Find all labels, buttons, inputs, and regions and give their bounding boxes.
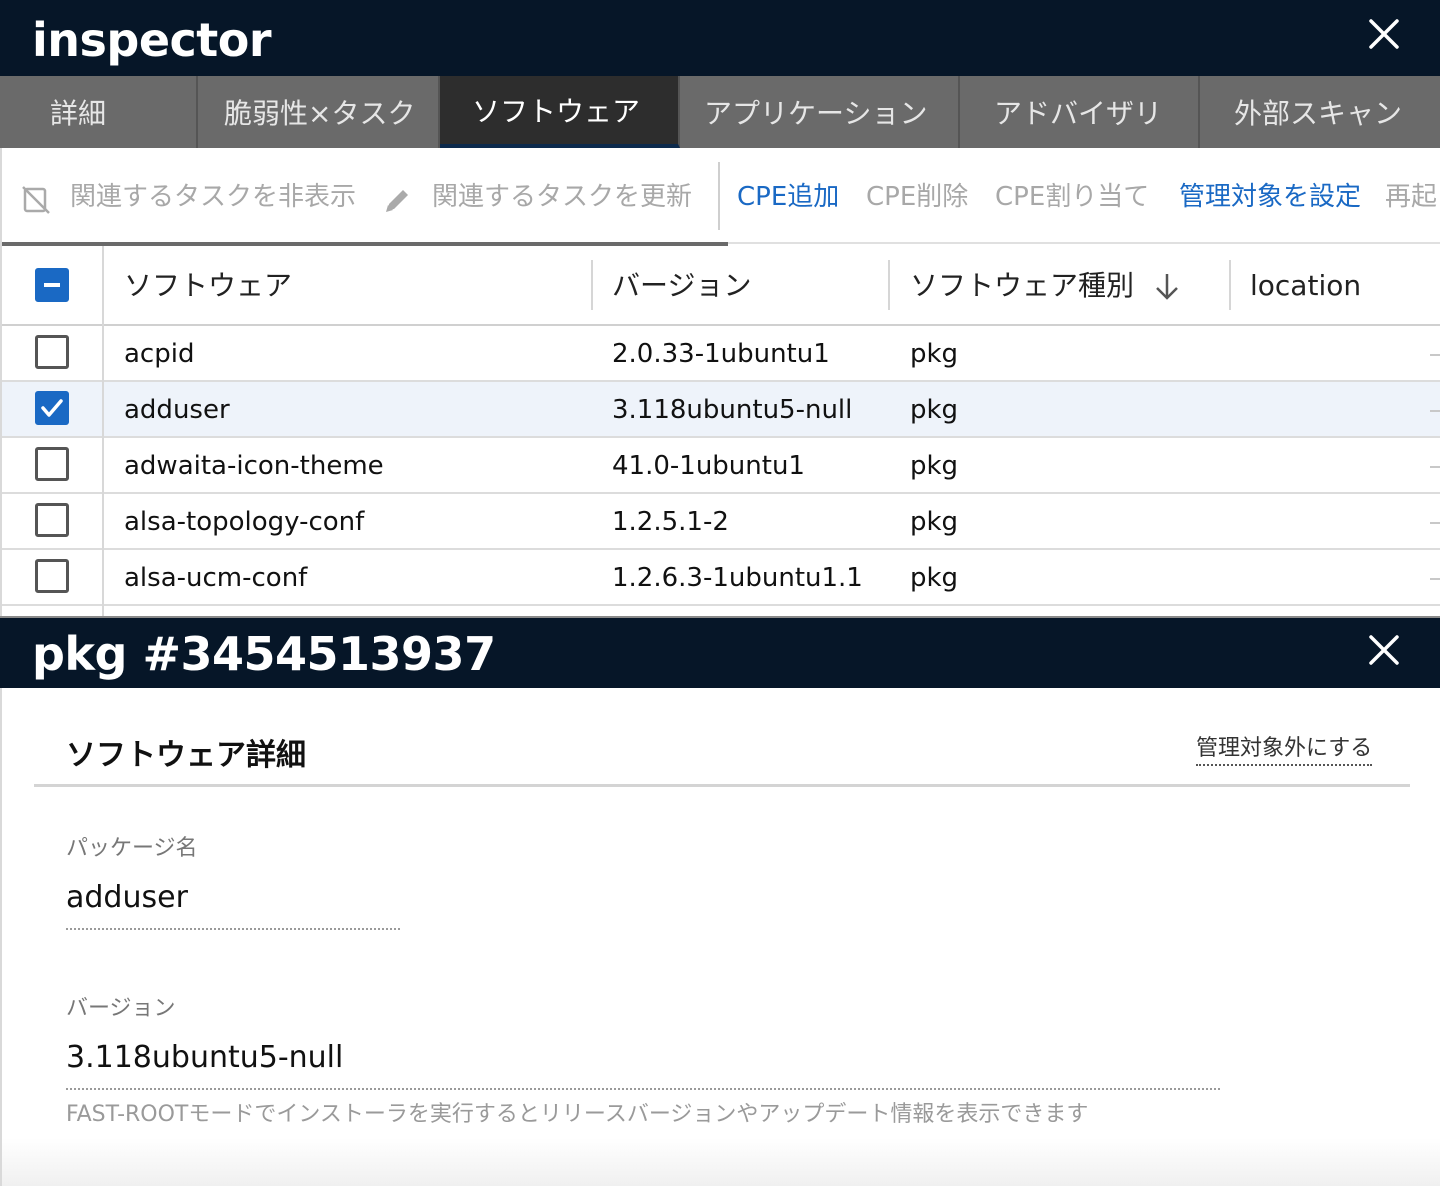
cpe-add-button[interactable]: CPE追加 [737,180,839,214]
version-underline [66,1088,1220,1090]
tab-software[interactable]: ソフトウェア [440,76,680,148]
software-version: 41.0-1ubuntu1 [612,451,805,481]
column-header-version[interactable]: バージョン [612,268,751,304]
checkbox-column-divider [102,246,104,616]
cpe-assign-button[interactable]: CPE割り当て [995,180,1149,214]
unmanage-link[interactable]: 管理対象外にする [1196,734,1373,766]
tab-vulnerability-tasks[interactable]: 脆弱性×タスク [198,76,440,148]
software-name: acpid [124,339,195,369]
software-type: pkg [910,507,959,537]
software-table: ソフトウェア バージョン ソフトウェア種別 location acpid 2.0… [0,246,1440,616]
software-name: adduser [124,395,230,425]
software-type: pkg [910,451,959,481]
detail-header: pkg #3454513937 [0,616,1440,688]
row-edge-marker [1430,466,1440,468]
version-hint: FAST-ROOTモードでインストーラを実行するとリリースバージョンやアップデー… [66,1102,1089,1127]
column-header-software[interactable]: ソフトウェア [124,268,292,304]
inspector-title: inspector [32,13,272,67]
tab-external-scan[interactable]: 外部スキャン [1200,76,1440,148]
detail-title: pkg #3454513937 [32,627,496,681]
software-name: adwaita-icon-theme [124,451,384,481]
column-divider [1229,260,1231,310]
column-divider [591,260,593,310]
tab-advisories[interactable]: アドバイザリ [960,76,1200,148]
column-header-software-type[interactable]: ソフトウェア種別 [910,268,1134,304]
hide-related-tasks-button[interactable]: 関連するタスクを非表示 [70,180,356,214]
column-divider [888,260,890,310]
toolbar-divider [718,162,720,230]
minus-icon [44,283,60,287]
tab-bar: 詳細 脆弱性×タスク ソフトウェア アプリケーション アドバイザリ 外部スキャン [0,76,1440,148]
row-checkbox[interactable] [35,559,69,593]
software-version: 2.0.33-1ubuntu1 [612,339,830,369]
inspector-header: inspector [0,0,1440,76]
table-row[interactable]: adduser 3.118ubuntu5-null pkg [2,382,1440,438]
set-managed-button[interactable]: 管理対象を設定 [1179,180,1361,214]
close-icon [1369,19,1399,49]
software-type: pkg [910,563,959,593]
version-value: 3.118ubuntu5-null [66,1040,344,1075]
table-row[interactable]: alsa-ucm-conf 1.2.6.3-1ubuntu1.1 pkg [2,550,1440,606]
section-divider [34,784,1410,787]
close-icon [1369,635,1399,665]
software-toolbar: 関連するタスクを非表示 関連するタスクを更新 CPE追加 CPE削除 CPE割り… [0,148,1440,246]
software-version: 1.2.5.1-2 [612,507,729,537]
scroll-fade [2,1138,1440,1186]
package-name-value: adduser [66,880,188,915]
row-edge-marker [1430,578,1440,580]
column-header-location[interactable]: location [1250,268,1361,304]
check-icon [41,399,63,417]
table-row[interactable]: acpid 2.0.33-1ubuntu1 pkg [2,326,1440,382]
software-name: alsa-topology-conf [124,507,365,537]
arrow-down-icon[interactable] [1152,270,1182,304]
row-edge-marker [1430,522,1440,524]
software-version: 1.2.6.3-1ubuntu1.1 [612,563,863,593]
tab-applications[interactable]: アプリケーション [680,76,960,148]
software-detail-panel: ソフトウェア詳細 管理対象外にする パッケージ名 adduser バージョン 3… [0,688,1440,1186]
pencil-icon [386,190,408,212]
inspector-close-button[interactable] [1364,14,1404,54]
software-name: alsa-ucm-conf [124,563,308,593]
table-row[interactable]: alsa-topology-conf 1.2.5.1-2 pkg [2,494,1440,550]
visibility-off-icon [22,186,50,214]
package-name-underline [66,928,400,930]
row-checkbox[interactable] [35,391,69,425]
row-checkbox[interactable] [35,503,69,537]
software-version: 3.118ubuntu5-null [612,395,853,425]
package-name-label: パッケージ名 [66,836,198,861]
cpe-delete-button[interactable]: CPE削除 [866,180,968,214]
section-title: ソフトウェア詳細 [66,738,306,773]
software-type: pkg [910,339,959,369]
software-type: pkg [910,395,959,425]
row-checkbox[interactable] [35,447,69,481]
toolbar-underline [728,242,1440,244]
detail-close-button[interactable] [1364,630,1404,670]
row-edge-marker [1430,410,1440,412]
table-row[interactable]: adwaita-icon-theme 41.0-1ubuntu1 pkg [2,438,1440,494]
table-header: ソフトウェア バージョン ソフトウェア種別 location [2,246,1440,326]
tab-details[interactable]: 詳細 [0,76,198,148]
row-checkbox[interactable] [35,335,69,369]
select-all-checkbox[interactable] [35,268,69,302]
restart-button[interactable]: 再起 [1385,180,1440,214]
update-related-tasks-button[interactable]: 関連するタスクを更新 [432,180,692,214]
row-edge-marker [1430,354,1440,356]
version-label: バージョン [66,996,176,1021]
